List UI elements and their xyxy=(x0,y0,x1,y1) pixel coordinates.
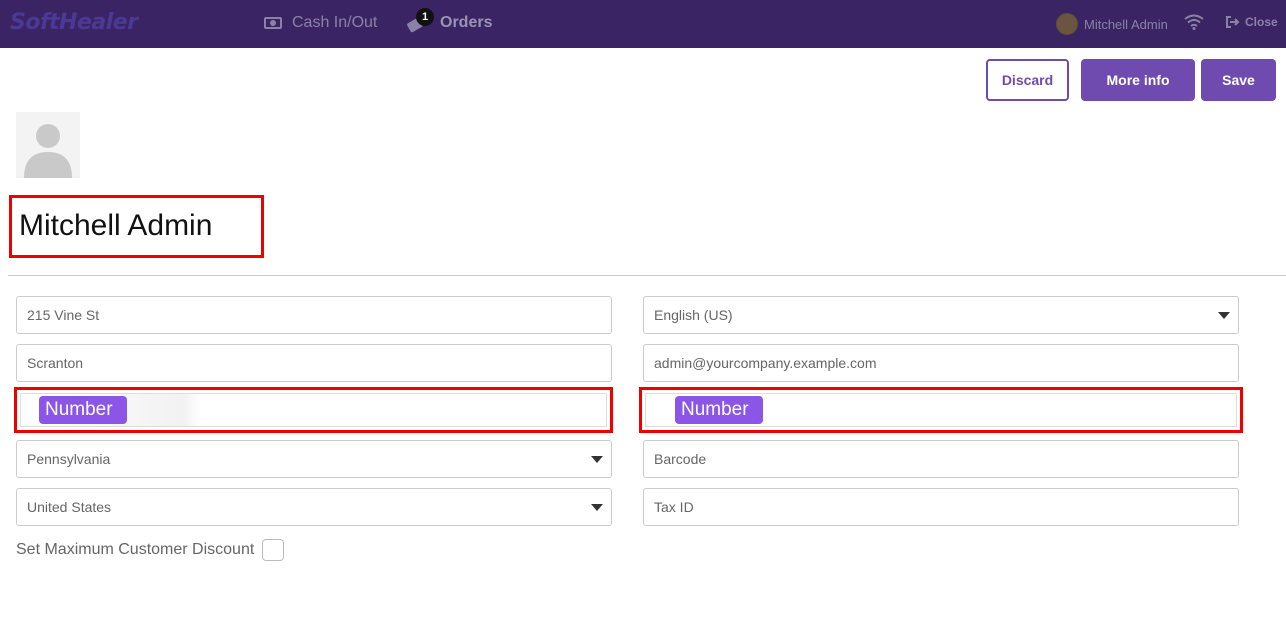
city-input[interactable]: Scranton xyxy=(16,344,612,382)
chevron-down-icon xyxy=(591,456,603,463)
max-discount-label: Set Maximum Customer Discount xyxy=(16,541,255,558)
customer-name[interactable]: Mitchell Admin xyxy=(19,209,212,243)
avatar xyxy=(1056,13,1078,35)
zip-field-highlight: Number xyxy=(14,387,613,433)
phone-field-highlight: Number xyxy=(639,387,1243,433)
divider xyxy=(8,275,1286,276)
top-bar: SoftHealer Cash In/Out 1 Orders Mitchell… xyxy=(0,0,1286,48)
close-label: Close xyxy=(1245,15,1278,29)
country-select[interactable]: United States xyxy=(16,488,612,526)
street-input[interactable]: 215 Vine St xyxy=(16,296,612,334)
wifi-icon xyxy=(1184,14,1204,30)
save-button[interactable]: Save xyxy=(1201,59,1276,101)
ticket-icon: 1 xyxy=(406,8,434,33)
zip-number-label: Number xyxy=(39,396,127,424)
max-discount-row: Set Maximum Customer Discount xyxy=(16,539,285,561)
chevron-down-icon xyxy=(591,504,603,511)
language-value: English (US) xyxy=(654,307,733,323)
state-select[interactable]: Pennsylvania xyxy=(16,440,612,478)
max-discount-checkbox[interactable] xyxy=(262,539,285,561)
app-logo: SoftHealer xyxy=(10,10,138,35)
customer-photo[interactable] xyxy=(16,112,80,178)
nav-cash-label: Cash In/Out xyxy=(292,14,378,31)
barcode-input[interactable]: Barcode xyxy=(643,440,1239,478)
nav-cash-in-out[interactable]: Cash In/Out xyxy=(264,14,377,32)
nav-orders-label: Orders xyxy=(440,14,493,31)
phone-number-label: Number xyxy=(675,396,763,424)
user-placeholder-icon xyxy=(24,124,72,178)
discard-button[interactable]: Discard xyxy=(986,59,1069,101)
user-name: Mitchell Admin xyxy=(1084,16,1168,32)
language-select[interactable]: English (US) xyxy=(643,296,1239,334)
cash-icon xyxy=(264,17,282,29)
email-input[interactable]: admin@yourcompany.example.com xyxy=(643,344,1239,382)
chevron-down-icon xyxy=(1218,312,1230,319)
tax-id-input[interactable]: Tax ID xyxy=(643,488,1239,526)
country-value: United States xyxy=(27,499,112,515)
state-value: Pennsylvania xyxy=(27,451,111,467)
more-info-button[interactable]: More info xyxy=(1081,59,1195,101)
close-button[interactable]: Close xyxy=(1226,15,1278,29)
nav-orders[interactable]: 1 Orders xyxy=(406,8,493,33)
sign-out-icon xyxy=(1226,16,1240,28)
user-menu[interactable]: Mitchell Admin xyxy=(1056,13,1168,35)
orders-count-badge: 1 xyxy=(416,8,434,26)
